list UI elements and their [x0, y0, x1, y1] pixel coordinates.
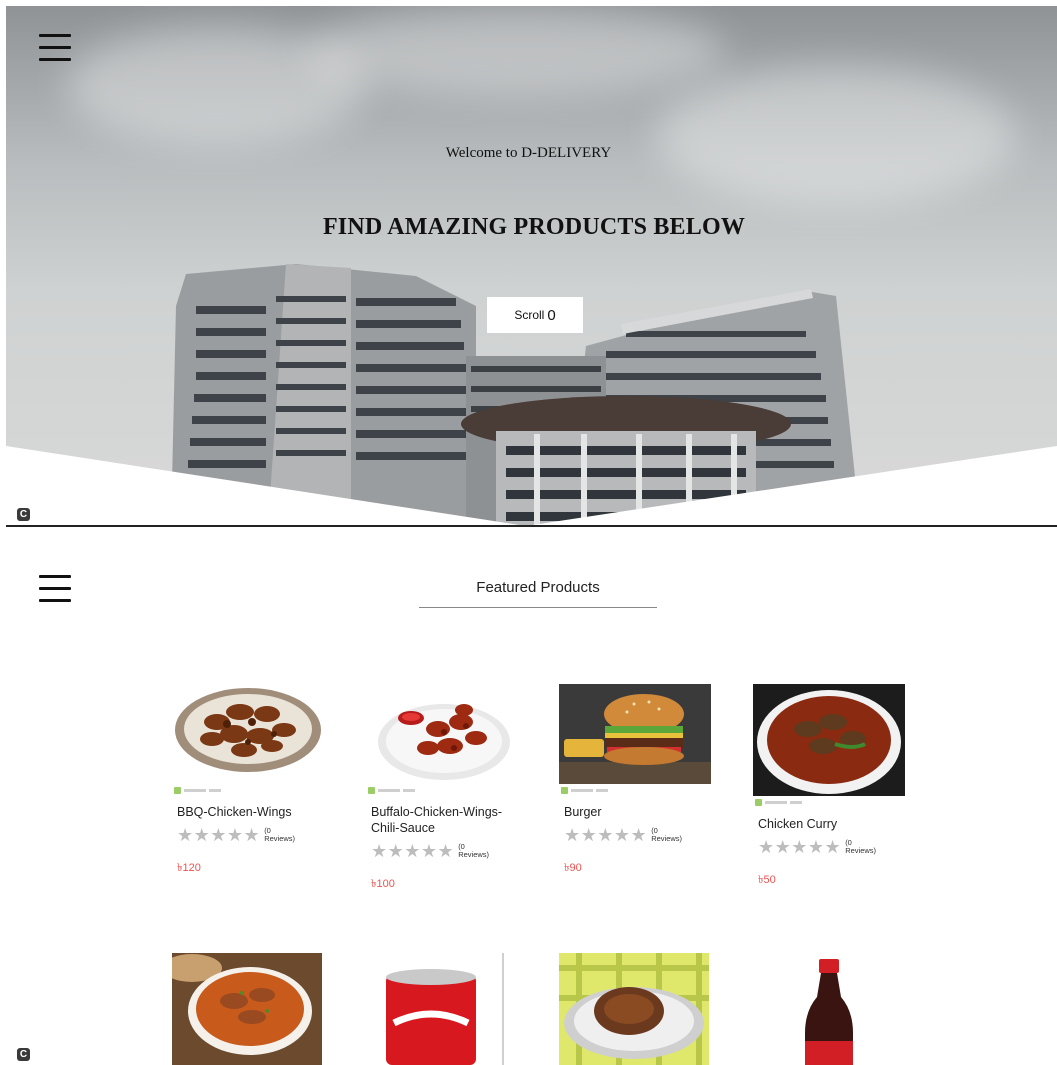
hero-banner: [6, 6, 1057, 526]
product-price: ৳90: [564, 862, 582, 874]
hero-bottom-shape: [6, 446, 1057, 526]
image-watermark: [172, 784, 324, 796]
product-card[interactable]: [559, 953, 711, 1065]
image-watermark: [366, 784, 518, 796]
product-price: ৳120: [177, 862, 201, 874]
product-card[interactable]: Buffalo-Chicken-Wings-Chili-Sauce ★★★★★ …: [366, 684, 518, 894]
scroll-button[interactable]: Scroll 0: [487, 297, 583, 333]
review-count: (0 Reviews): [845, 838, 877, 855]
product-name[interactable]: Chicken Curry: [753, 816, 905, 832]
product-card[interactable]: Chicken Curry ★★★★★ (0 Reviews) ৳50: [753, 684, 905, 890]
review-count: (0 Reviews): [264, 826, 296, 843]
product-name[interactable]: Burger: [559, 804, 711, 820]
product-image[interactable]: [753, 684, 905, 808]
image-watermark: [753, 796, 905, 808]
product-image[interactable]: [366, 684, 518, 796]
product-name[interactable]: Buffalo-Chicken-Wings-Chili-Sauce: [366, 804, 518, 836]
product-image[interactable]: [366, 953, 518, 1065]
c-logo-icon[interactable]: C: [17, 1048, 30, 1061]
star-rating-icon: ★★★★★: [758, 837, 842, 857]
product-price: ৳50: [758, 874, 776, 886]
section-title-underline: [419, 607, 657, 608]
product-image[interactable]: [172, 953, 324, 1065]
product-card[interactable]: [172, 953, 324, 1065]
star-rating-icon: ★★★★★: [564, 825, 648, 845]
section-divider: [6, 525, 1057, 527]
star-rating-icon: ★★★★★: [371, 841, 455, 861]
product-card[interactable]: Burger ★★★★★ (0 Reviews) ৳90: [559, 684, 711, 878]
product-image[interactable]: [559, 953, 711, 1065]
image-watermark: [559, 784, 711, 796]
hamburger-menu-icon[interactable]: [39, 34, 71, 62]
scroll-down-icon: 0: [547, 306, 556, 324]
product-rating: ★★★★★ (0 Reviews): [753, 838, 905, 856]
product-rating: ★★★★★ (0 Reviews): [172, 826, 324, 844]
review-count: (0 Reviews): [458, 842, 490, 859]
review-count: (0 Reviews): [651, 826, 683, 843]
section-title: Featured Products: [476, 579, 600, 596]
product-price: ৳100: [371, 878, 395, 890]
star-rating-icon: ★★★★★: [177, 825, 261, 845]
product-image[interactable]: [172, 684, 324, 796]
hero-welcome-text: Welcome to D-DELIVERY: [445, 145, 612, 161]
hamburger-menu-icon[interactable]: [39, 575, 71, 603]
scroll-button-label: Scroll: [514, 308, 545, 322]
product-name[interactable]: BBQ-Chicken-Wings: [172, 804, 324, 820]
product-image[interactable]: [753, 953, 905, 1065]
c-logo-icon[interactable]: C: [17, 508, 30, 521]
product-card[interactable]: BBQ-Chicken-Wings ★★★★★ (0 Reviews) ৳120: [172, 684, 324, 878]
product-card[interactable]: [753, 953, 905, 1065]
product-rating: ★★★★★ (0 Reviews): [559, 826, 711, 844]
product-rating: ★★★★★ (0 Reviews): [366, 842, 518, 860]
product-image[interactable]: [559, 684, 711, 796]
product-card[interactable]: [366, 953, 518, 1065]
hero-headline: FIND AMAZING PRODUCTS BELOW: [322, 214, 746, 240]
